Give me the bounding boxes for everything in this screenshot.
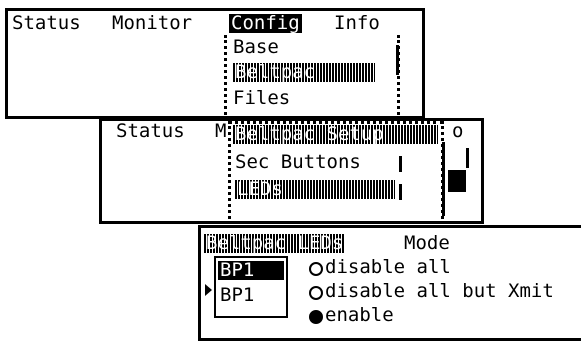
screen-beltpac-setup: Status M Beltpac Setup Sec Buttons LEDs … [99, 118, 484, 224]
leds-item[interactable]: LEDs [235, 180, 395, 199]
sec-buttons-item[interactable]: Sec Buttons [235, 153, 361, 172]
beltpac-setup-panel: Beltpac Setup Sec Buttons LEDs [228, 121, 444, 221]
beltpac-list-item-2[interactable]: BP1 [220, 286, 254, 305]
right-letter: o [452, 120, 464, 142]
beltpac-list-item-1[interactable]: BP1 [218, 261, 284, 280]
beltpac-leds-title: Beltpac LEDs [204, 232, 346, 254]
menu-status-2[interactable]: Status [116, 122, 185, 141]
option-disable-all[interactable]: disable all [325, 258, 451, 277]
dropdown-item-files[interactable]: Files [233, 89, 290, 108]
screen-config-menu: Status Monitor Config Info Base Beltpac … [5, 8, 425, 119]
config-dropdown: Base Beltpac Files [224, 35, 400, 116]
right-slider-block[interactable] [448, 170, 466, 192]
list-pointer-arrow [205, 284, 212, 296]
beltpac-setup-title: Beltpac Setup [233, 125, 438, 144]
menu-monitor-partial[interactable]: M [215, 122, 226, 141]
menu-monitor[interactable]: Monitor [112, 14, 192, 33]
radio-disable-all[interactable] [309, 262, 323, 276]
radio-disable-all-but-xmit[interactable] [309, 286, 323, 300]
option-enable[interactable]: enable [325, 306, 394, 325]
beltpac-list: BP1 BP1 [214, 256, 288, 318]
dropdown-item-beltpac[interactable]: Beltpac [233, 63, 375, 82]
menu-info[interactable]: Info [334, 14, 380, 33]
setup-scrollbar-2 [399, 184, 402, 200]
menu-config[interactable]: Config [229, 14, 302, 33]
dropdown-scrollbar[interactable] [396, 45, 399, 75]
menu-status[interactable]: Status [12, 14, 81, 33]
dropdown-item-base[interactable]: Base [233, 38, 279, 57]
setup-scrollbar-1 [399, 156, 402, 172]
option-disable-all-but-xmit[interactable]: disable all but Xmit [325, 282, 554, 301]
screen-beltpac-leds: Beltpac LEDs Mode BP1 BP1 disable all di… [198, 225, 581, 341]
mode-label: Mode [404, 232, 450, 254]
right-panel [442, 142, 470, 216]
